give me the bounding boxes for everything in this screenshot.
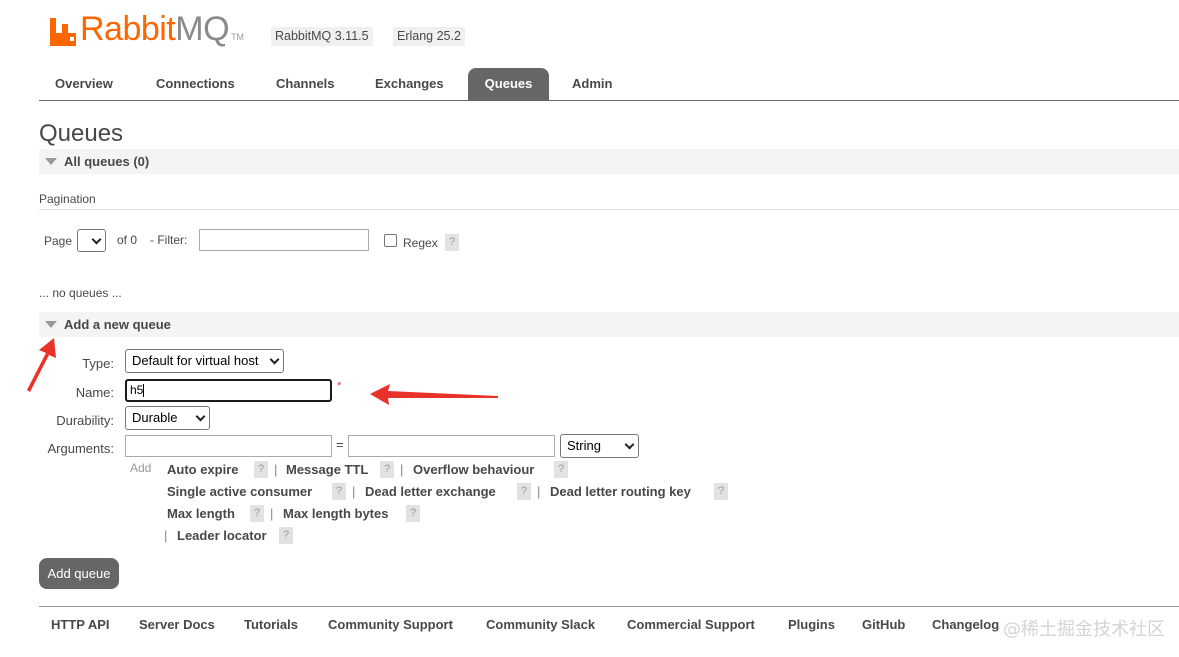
collapse-triangle-icon xyxy=(45,321,57,328)
footer-github[interactable]: GitHub xyxy=(862,617,905,632)
footer-server-docs[interactable]: Server Docs xyxy=(139,617,215,632)
single-active-consumer-help-icon[interactable]: ? xyxy=(332,483,346,500)
add-queue-button[interactable]: Add queue xyxy=(39,558,119,589)
tab-queues[interactable]: Queues xyxy=(468,68,549,100)
footer-tutorials[interactable]: Tutorials xyxy=(244,617,298,632)
durability-value: Durable xyxy=(132,410,178,425)
rabbitmq-logo[interactable]: RabbitMQ TM xyxy=(50,10,244,46)
arg-leader-locator[interactable]: Leader locator xyxy=(177,528,267,543)
main-nav: Overview Connections Channels Exchanges … xyxy=(39,68,1179,101)
arg-max-length[interactable]: Max length xyxy=(167,506,235,521)
page-select[interactable] xyxy=(77,229,106,252)
separator: | xyxy=(537,484,541,499)
rabbitmq-version-badge: RabbitMQ 3.11.5 xyxy=(271,27,373,46)
footer-plugins[interactable]: Plugins xyxy=(788,617,835,632)
dead-letter-routing-key-help-icon[interactable]: ? xyxy=(714,483,728,500)
arg-max-length-bytes[interactable]: Max length bytes xyxy=(283,506,388,521)
tab-exchanges[interactable]: Exchanges xyxy=(360,68,459,100)
erlang-version-badge: Erlang 25.2 xyxy=(393,27,465,46)
max-length-bytes-help-icon[interactable]: ? xyxy=(406,505,420,522)
arg-dead-letter-exchange[interactable]: Dead letter exchange xyxy=(365,484,496,499)
durability-select[interactable]: Durable xyxy=(125,406,210,430)
all-queues-section-toggle[interactable]: All queues (0) xyxy=(39,149,1179,174)
dead-letter-exchange-help-icon[interactable]: ? xyxy=(517,483,531,500)
queue-name-input[interactable]: h5 xyxy=(125,379,332,402)
logo-trademark: TM xyxy=(231,32,245,42)
tab-overview[interactable]: Overview xyxy=(40,68,128,100)
durability-label: Durability: xyxy=(56,413,114,428)
queue-name-value: h5 xyxy=(130,383,144,397)
queue-type-value: Default for virtual host xyxy=(132,353,259,368)
text-cursor xyxy=(143,384,145,398)
argument-type-value: String xyxy=(567,438,601,453)
logo-wordmark: RabbitMQ xyxy=(80,10,230,48)
regex-help-icon[interactable]: ? xyxy=(445,234,459,251)
no-queues-message: ... no queues ... xyxy=(39,286,122,300)
footer-community-slack[interactable]: Community Slack xyxy=(486,617,595,632)
footer-divider xyxy=(39,606,1179,607)
argument-value-input[interactable] xyxy=(348,435,555,457)
separator: | xyxy=(400,462,404,477)
auto-expire-help-icon[interactable]: ? xyxy=(254,461,268,478)
required-mark: * xyxy=(337,380,342,392)
footer-changelog[interactable]: Changelog xyxy=(932,617,999,632)
arg-message-ttl[interactable]: Message TTL xyxy=(286,462,368,477)
arg-single-active-consumer[interactable]: Single active consumer xyxy=(167,484,312,499)
chevron-down-icon xyxy=(91,234,102,245)
filter-input[interactable] xyxy=(199,229,369,251)
filter-label: - Filter: xyxy=(150,233,188,247)
page-label: Page xyxy=(44,234,73,248)
arg-overflow-behaviour[interactable]: Overflow behaviour xyxy=(413,462,534,477)
queue-type-select[interactable]: Default for virtual host xyxy=(125,349,284,373)
overflow-behaviour-help-icon[interactable]: ? xyxy=(554,461,568,478)
annotation-arrow-icon xyxy=(370,384,498,405)
leader-locator-help-icon[interactable]: ? xyxy=(279,527,293,544)
add-queue-heading: Add a new queue xyxy=(64,317,171,332)
page-title: Queues xyxy=(39,120,124,147)
collapse-triangle-icon xyxy=(45,158,57,165)
regex-checkbox[interactable] xyxy=(384,234,397,247)
regex-label: Regex xyxy=(403,236,438,250)
arg-auto-expire[interactable]: Auto expire xyxy=(167,462,239,477)
arguments-label: Arguments: xyxy=(47,441,114,456)
add-argument-label: Add xyxy=(130,461,152,475)
page-count: of 0 xyxy=(117,233,138,247)
tab-admin[interactable]: Admin xyxy=(557,68,627,100)
tab-channels[interactable]: Channels xyxy=(261,68,350,100)
footer-http-api[interactable]: HTTP API xyxy=(51,617,110,632)
chevron-down-icon xyxy=(195,411,206,422)
equals-sign: = xyxy=(336,437,344,452)
max-length-help-icon[interactable]: ? xyxy=(250,505,264,522)
arg-dead-letter-routing-key[interactable]: Dead letter routing key xyxy=(550,484,691,499)
tab-connections[interactable]: Connections xyxy=(141,68,250,100)
add-queue-section-toggle[interactable]: Add a new queue xyxy=(39,312,1179,337)
separator: | xyxy=(270,506,274,521)
footer-community-support[interactable]: Community Support xyxy=(328,617,453,632)
argument-type-select[interactable]: String xyxy=(560,434,639,458)
argument-key-input[interactable] xyxy=(125,435,332,457)
pagination-label: Pagination xyxy=(39,192,96,206)
separator: | xyxy=(274,462,278,477)
watermark: @稀土掘金技术社区 xyxy=(1003,619,1165,640)
separator: | xyxy=(164,528,168,543)
message-ttl-help-icon[interactable]: ? xyxy=(380,461,394,478)
rabbit-logo-icon xyxy=(50,18,76,46)
annotation-arrow-icon xyxy=(27,338,56,392)
footer-commercial-support[interactable]: Commercial Support xyxy=(627,617,755,632)
pagination-divider xyxy=(39,209,1179,210)
all-queues-heading: All queues (0) xyxy=(64,154,150,169)
chevron-down-icon xyxy=(624,439,635,450)
chevron-down-icon xyxy=(269,354,280,365)
separator: | xyxy=(352,484,356,499)
